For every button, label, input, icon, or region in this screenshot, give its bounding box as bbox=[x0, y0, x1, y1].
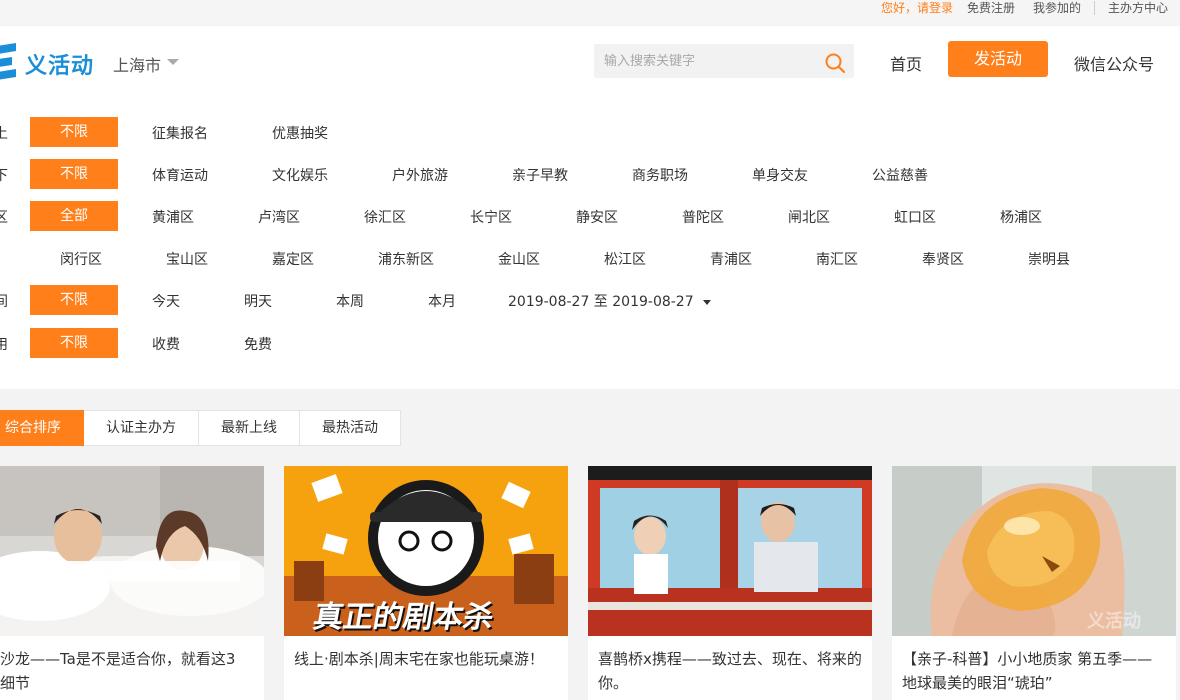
filter-selected[interactable]: 不限 bbox=[30, 328, 118, 358]
filter-selected[interactable]: 全部 bbox=[30, 201, 118, 231]
filter-option[interactable]: 浦东新区 bbox=[378, 249, 434, 269]
chevron-down-icon[interactable] bbox=[167, 59, 179, 65]
filter-option[interactable]: 松江区 bbox=[604, 249, 646, 269]
filter-option[interactable]: 优惠抽奖 bbox=[272, 123, 328, 143]
event-image[interactable] bbox=[588, 466, 872, 636]
filter-option[interactable]: 南汇区 bbox=[816, 249, 858, 269]
filter-option[interactable]: 收费 bbox=[152, 334, 180, 354]
filter-option[interactable]: 黄浦区 bbox=[152, 207, 194, 227]
filter-option[interactable]: 免费 bbox=[244, 334, 272, 354]
filter-panel: 上 不限 征集报名 优惠抽奖 下 不限 体育运动 文化娱乐 户外旅游 亲子早教 … bbox=[0, 94, 1180, 389]
filter-label: 区 bbox=[0, 210, 8, 226]
filter-option[interactable]: 闸北区 bbox=[788, 207, 830, 227]
tab-latest[interactable]: 最新上线 bbox=[199, 410, 300, 446]
filter-option[interactable]: 奉贤区 bbox=[922, 249, 964, 269]
filter-option[interactable]: 征集报名 bbox=[152, 123, 208, 143]
filter-label: 用 bbox=[0, 337, 8, 353]
organizer-center-link[interactable]: 主办方中心 bbox=[1108, 1, 1168, 15]
event-image[interactable]: 义活动 bbox=[892, 466, 1176, 636]
filter-option[interactable]: 金山区 bbox=[498, 249, 540, 269]
filter-option[interactable]: 体育运动 bbox=[152, 165, 208, 185]
filter-option[interactable]: 明天 bbox=[244, 291, 272, 311]
filter-option[interactable]: 卢湾区 bbox=[258, 207, 300, 227]
event-card[interactable]: 情感沙龙——Ta是不是适合你，就看这3个小细节 bbox=[0, 466, 264, 700]
filter-option[interactable]: 闵行区 bbox=[60, 249, 102, 269]
filter-option[interactable]: 公益慈善 bbox=[872, 165, 928, 185]
filter-option[interactable]: 青浦区 bbox=[710, 249, 752, 269]
joined-link[interactable]: 我参加的 bbox=[1033, 1, 1081, 15]
event-image[interactable] bbox=[0, 466, 264, 636]
filter-option[interactable]: 单身交友 bbox=[752, 165, 808, 185]
search-box bbox=[594, 44, 854, 78]
watermark-text: 义活动 bbox=[1087, 611, 1141, 632]
filter-row-district: 区 全部 黄浦区 卢湾区 徐汇区 长宁区 静安区 普陀区 闸北区 虹口区 杨浦区 bbox=[0, 201, 1180, 231]
filter-option[interactable]: 亲子早教 bbox=[512, 165, 568, 185]
filter-label: 下 bbox=[0, 168, 8, 184]
filter-selected[interactable]: 不限 bbox=[30, 159, 118, 189]
filter-option[interactable]: 杨浦区 bbox=[1000, 207, 1042, 227]
filter-option[interactable]: 静安区 bbox=[576, 207, 618, 227]
filter-row-fee: 用 不限 收费 免费 bbox=[0, 328, 1180, 358]
event-title[interactable]: 线上·剧本杀|周末宅在家也能玩桌游！ bbox=[294, 647, 558, 671]
header: 义活动 上海市 首页 发活动 微信公众号 bbox=[0, 26, 1180, 94]
event-image[interactable]: 真正的剧本杀 bbox=[284, 466, 568, 636]
filter-option[interactable]: 长宁区 bbox=[470, 207, 512, 227]
logo-text[interactable]: 义活动 bbox=[25, 48, 94, 80]
date-range-picker[interactable]: 2019-08-27 至 2019-08-27 bbox=[508, 291, 711, 311]
register-link[interactable]: 免费注册 bbox=[967, 1, 1015, 15]
caret-down-icon bbox=[702, 299, 711, 305]
filter-label: 间 bbox=[0, 294, 8, 310]
filter-option[interactable]: 本周 bbox=[336, 291, 364, 311]
event-title[interactable]: 情感沙龙——Ta是不是适合你，就看这3个小细节 bbox=[0, 647, 238, 695]
filter-option[interactable]: 户外旅游 bbox=[392, 165, 448, 185]
login-link[interactable]: 您好，请登录 bbox=[881, 1, 953, 15]
sort-tabs: 综合排序 认证主办方 最新上线 最热活动 bbox=[0, 410, 401, 446]
filter-option[interactable]: 虹口区 bbox=[894, 207, 936, 227]
filter-row-time: 间 不限 今天 明天 本周 本月 2019-08-27 至 2019-08-27 bbox=[0, 285, 1180, 315]
nav-home[interactable]: 首页 bbox=[890, 51, 922, 75]
city-selector[interactable]: 上海市 bbox=[113, 52, 161, 76]
filter-selected[interactable]: 不限 bbox=[30, 285, 118, 315]
publish-event-button[interactable]: 发活动 bbox=[948, 41, 1048, 77]
topbar-divider bbox=[1094, 1, 1095, 15]
top-bar: 您好，请登录 免费注册 我参加的 主办方中心 bbox=[0, 0, 1180, 26]
tab-overall[interactable]: 综合排序 bbox=[0, 410, 84, 446]
event-card[interactable]: 真正的剧本杀 线上·剧本杀|周末宅在家也能玩桌游！ bbox=[284, 466, 568, 700]
event-title[interactable]: 喜鹊桥x携程——致过去、现在、将来的你。 bbox=[598, 647, 862, 695]
filter-option[interactable]: 徐汇区 bbox=[364, 207, 406, 227]
filter-row-category: 下 不限 体育运动 文化娱乐 户外旅游 亲子早教 商务职场 单身交友 公益慈善 bbox=[0, 159, 1180, 189]
filter-option[interactable]: 今天 bbox=[152, 291, 180, 311]
tab-verified-organizer[interactable]: 认证主办方 bbox=[84, 410, 199, 446]
filter-option[interactable]: 崇明县 bbox=[1028, 249, 1070, 269]
tab-hottest[interactable]: 最热活动 bbox=[300, 410, 401, 446]
logo-icon[interactable] bbox=[0, 41, 20, 83]
search-icon[interactable] bbox=[824, 52, 846, 74]
filter-option[interactable]: 文化娱乐 bbox=[272, 165, 328, 185]
filter-option[interactable]: 本月 bbox=[428, 291, 456, 311]
filter-option[interactable]: 普陀区 bbox=[682, 207, 724, 227]
event-image-caption: 真正的剧本杀 bbox=[310, 600, 497, 635]
filter-option[interactable]: 嘉定区 bbox=[272, 249, 314, 269]
event-card[interactable]: 义活动 【亲子-科普】小小地质家 第五季——地球最美的眼泪“琥珀” bbox=[892, 466, 1176, 700]
filter-row-type: 上 不限 征集报名 优惠抽奖 bbox=[0, 117, 1180, 147]
filter-option[interactable]: 宝山区 bbox=[166, 249, 208, 269]
date-range-text: 2019-08-27 至 2019-08-27 bbox=[508, 294, 694, 310]
filter-label: 上 bbox=[0, 126, 8, 142]
event-card[interactable]: 喜鹊桥x携程——致过去、现在、将来的你。 bbox=[588, 466, 872, 700]
filter-selected[interactable]: 不限 bbox=[30, 117, 118, 147]
filter-option[interactable]: 商务职场 bbox=[632, 165, 688, 185]
filter-row-district-more: 闵行区 宝山区 嘉定区 浦东新区 金山区 松江区 青浦区 南汇区 奉贤区 崇明县 bbox=[0, 243, 1180, 273]
nav-wechat[interactable]: 微信公众号 bbox=[1074, 51, 1154, 75]
search-input[interactable] bbox=[594, 44, 814, 78]
event-title[interactable]: 【亲子-科普】小小地质家 第五季——地球最美的眼泪“琥珀” bbox=[902, 647, 1166, 695]
